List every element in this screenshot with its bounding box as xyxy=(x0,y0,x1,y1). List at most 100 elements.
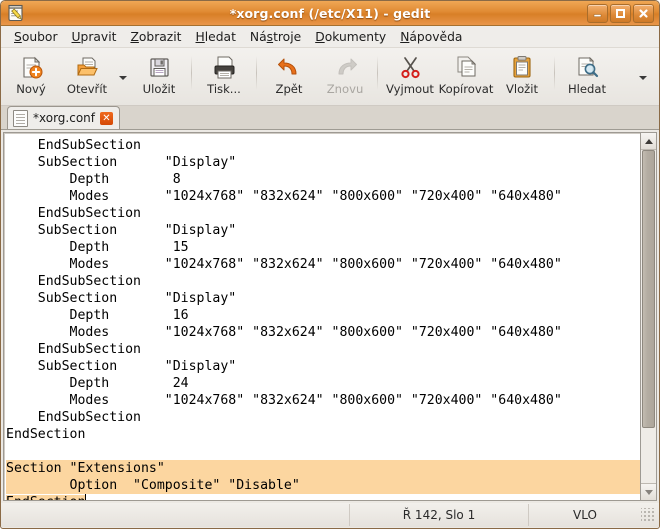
code-line: EndSubSection xyxy=(6,274,141,290)
title-bar[interactable]: *xorg.conf (/etc/X11) - gedit xyxy=(1,1,659,26)
menu-soubor[interactable]: Soubor xyxy=(7,28,65,46)
menu-dokumenty-label: okumenty xyxy=(324,29,387,44)
menu-zobrazit-label: obrazit xyxy=(138,29,182,44)
toolbar-redo-button[interactable]: Znovu xyxy=(317,52,373,96)
minimize-button[interactable] xyxy=(587,3,608,23)
toolbar-save-label: Uložit xyxy=(142,82,176,96)
close-button[interactable] xyxy=(633,3,654,23)
menu-bar: Soubor Upravit Zobrazit Hledat Nástroje … xyxy=(1,26,659,48)
toolbar-separator xyxy=(554,56,555,90)
scroll-down-button[interactable] xyxy=(641,483,656,500)
toolbar-print-button[interactable]: Tisk... xyxy=(196,52,252,96)
scrollbar-track[interactable] xyxy=(641,150,656,483)
code-line: Depth 15 xyxy=(6,240,189,256)
code-line: Option "Composite" "Disable" xyxy=(6,477,640,495)
editor-area: EndSubSection SubSection "Display" Depth… xyxy=(1,130,659,503)
menu-napoveda-label: ápověda xyxy=(409,29,463,44)
new-document-icon xyxy=(18,54,44,80)
toolbar-open-label: Otevřít xyxy=(66,82,108,96)
code-line: EndSubSection xyxy=(6,342,141,358)
code-line: Depth 24 xyxy=(6,376,189,392)
toolbar-paste-label: Vložit xyxy=(505,82,539,96)
toolbar-separator xyxy=(191,56,192,90)
menu-napoveda[interactable]: Nápověda xyxy=(393,28,469,46)
menu-dokumenty[interactable]: Dokumenty xyxy=(308,28,393,46)
insert-mode-indicator: VLO xyxy=(528,504,641,526)
code-line: Modes "1024x768" "832x624" "800x600" "72… xyxy=(6,257,562,273)
menu-nastroje[interactable]: Nástroje xyxy=(243,28,308,46)
redo-arrow-icon xyxy=(332,54,358,80)
paste-clipboard-icon xyxy=(509,54,535,80)
chevron-down-icon xyxy=(119,76,127,80)
selected-text: Option "Composite" "Disable" xyxy=(6,477,640,495)
toolbar-open-button[interactable]: Otevřít xyxy=(59,52,115,96)
undo-arrow-icon xyxy=(276,54,302,80)
code-line: EndSubSection xyxy=(6,138,141,154)
scroll-up-button[interactable] xyxy=(641,133,656,150)
text-view[interactable]: EndSubSection SubSection "Display" Depth… xyxy=(3,132,640,501)
code-line: SubSection "Display" xyxy=(6,359,237,375)
code-line: SubSection "Display" xyxy=(6,223,237,239)
toolbar-new-label: Nový xyxy=(16,82,46,96)
arrow-down-icon xyxy=(644,489,653,495)
open-folder-icon xyxy=(74,54,100,80)
toolbar-copy-label: Kopírovat xyxy=(438,82,494,96)
toolbar-copy-button[interactable]: Kopírovat xyxy=(438,52,494,96)
copy-pages-icon xyxy=(453,54,479,80)
scrollbar-thumb[interactable] xyxy=(642,150,655,429)
cursor-position: Ř 142, Slo 1 xyxy=(349,504,528,526)
close-icon[interactable]: ✕ xyxy=(100,111,113,125)
toolbar-undo-label: Zpět xyxy=(275,82,303,96)
tab-label: *xorg.conf xyxy=(33,111,95,125)
text-file-icon xyxy=(13,109,28,127)
gedit-notepad-pencil-icon[interactable] xyxy=(6,3,26,23)
code-line: SubSection "Display" xyxy=(6,155,237,171)
toolbar-redo-label: Znovu xyxy=(326,82,364,96)
vertical-scrollbar[interactable] xyxy=(640,132,657,501)
save-floppy-icon xyxy=(146,54,172,80)
selected-text: Section "Extensions" xyxy=(6,460,640,478)
code-line: Modes "1024x768" "832x624" "800x600" "72… xyxy=(6,393,562,409)
code-line: EndSection xyxy=(6,427,86,443)
toolbar-new-button[interactable]: Nový xyxy=(3,52,59,96)
selected-text: EndSection xyxy=(6,495,86,500)
gedit-window: *xorg.conf (/etc/X11) - gedit Soubor Upr… xyxy=(0,0,660,529)
toolbar-undo-button[interactable]: Zpět xyxy=(261,52,317,96)
toolbar-paste-button[interactable]: Vložit xyxy=(494,52,550,96)
toolbar-save-button[interactable]: Uložit xyxy=(131,52,187,96)
toolbar-open-dropdown[interactable] xyxy=(115,52,131,98)
chevron-down-icon xyxy=(639,76,647,80)
scissors-icon xyxy=(397,54,423,80)
menu-upravit[interactable]: Upravit xyxy=(65,28,124,46)
toolbar-separator xyxy=(377,56,378,90)
menu-nastroje-label: troje xyxy=(273,29,302,44)
code-line: EndSection xyxy=(6,494,640,500)
arrow-up-icon xyxy=(644,138,653,144)
tab-bar: *xorg.conf ✕ xyxy=(1,106,659,130)
toolbar-overflow-button[interactable] xyxy=(635,52,651,98)
text-cursor xyxy=(85,494,87,500)
toolbar-search-button[interactable]: Hledat xyxy=(559,52,615,96)
code-line: Modes "1024x768" "832x624" "800x600" "72… xyxy=(6,189,562,205)
code-line: Modes "1024x768" "832x624" "800x600" "72… xyxy=(6,325,562,341)
code-line: EndSubSection xyxy=(6,206,141,222)
window-controls xyxy=(587,3,656,23)
toolbar-cut-label: Vyjmout xyxy=(386,82,434,96)
maximize-button[interactable] xyxy=(610,3,631,23)
menu-soubor-label: oubor xyxy=(21,29,58,44)
menu-hledat[interactable]: Hledat xyxy=(189,28,243,46)
menu-hledat-label: ledat xyxy=(204,29,236,44)
toolbar-print-label: Tisk... xyxy=(207,82,241,96)
toolbar: Nový Otevřít Uložit Tisk... Zpět Znovu V… xyxy=(1,48,659,106)
window-title: *xorg.conf (/etc/X11) - gedit xyxy=(229,5,431,21)
toolbar-separator xyxy=(256,56,257,90)
menu-zobrazit[interactable]: Zobrazit xyxy=(123,28,188,46)
source-text[interactable]: EndSubSection SubSection "Display" Depth… xyxy=(6,137,640,500)
tab-xorg-conf[interactable]: *xorg.conf ✕ xyxy=(7,106,120,129)
toolbar-cut-button[interactable]: Vyjmout xyxy=(382,52,438,96)
code-line: EndSubSection xyxy=(6,410,141,426)
resize-grip-icon[interactable] xyxy=(641,508,655,522)
code-line: Section "Extensions" xyxy=(6,460,640,478)
print-icon xyxy=(211,54,237,80)
